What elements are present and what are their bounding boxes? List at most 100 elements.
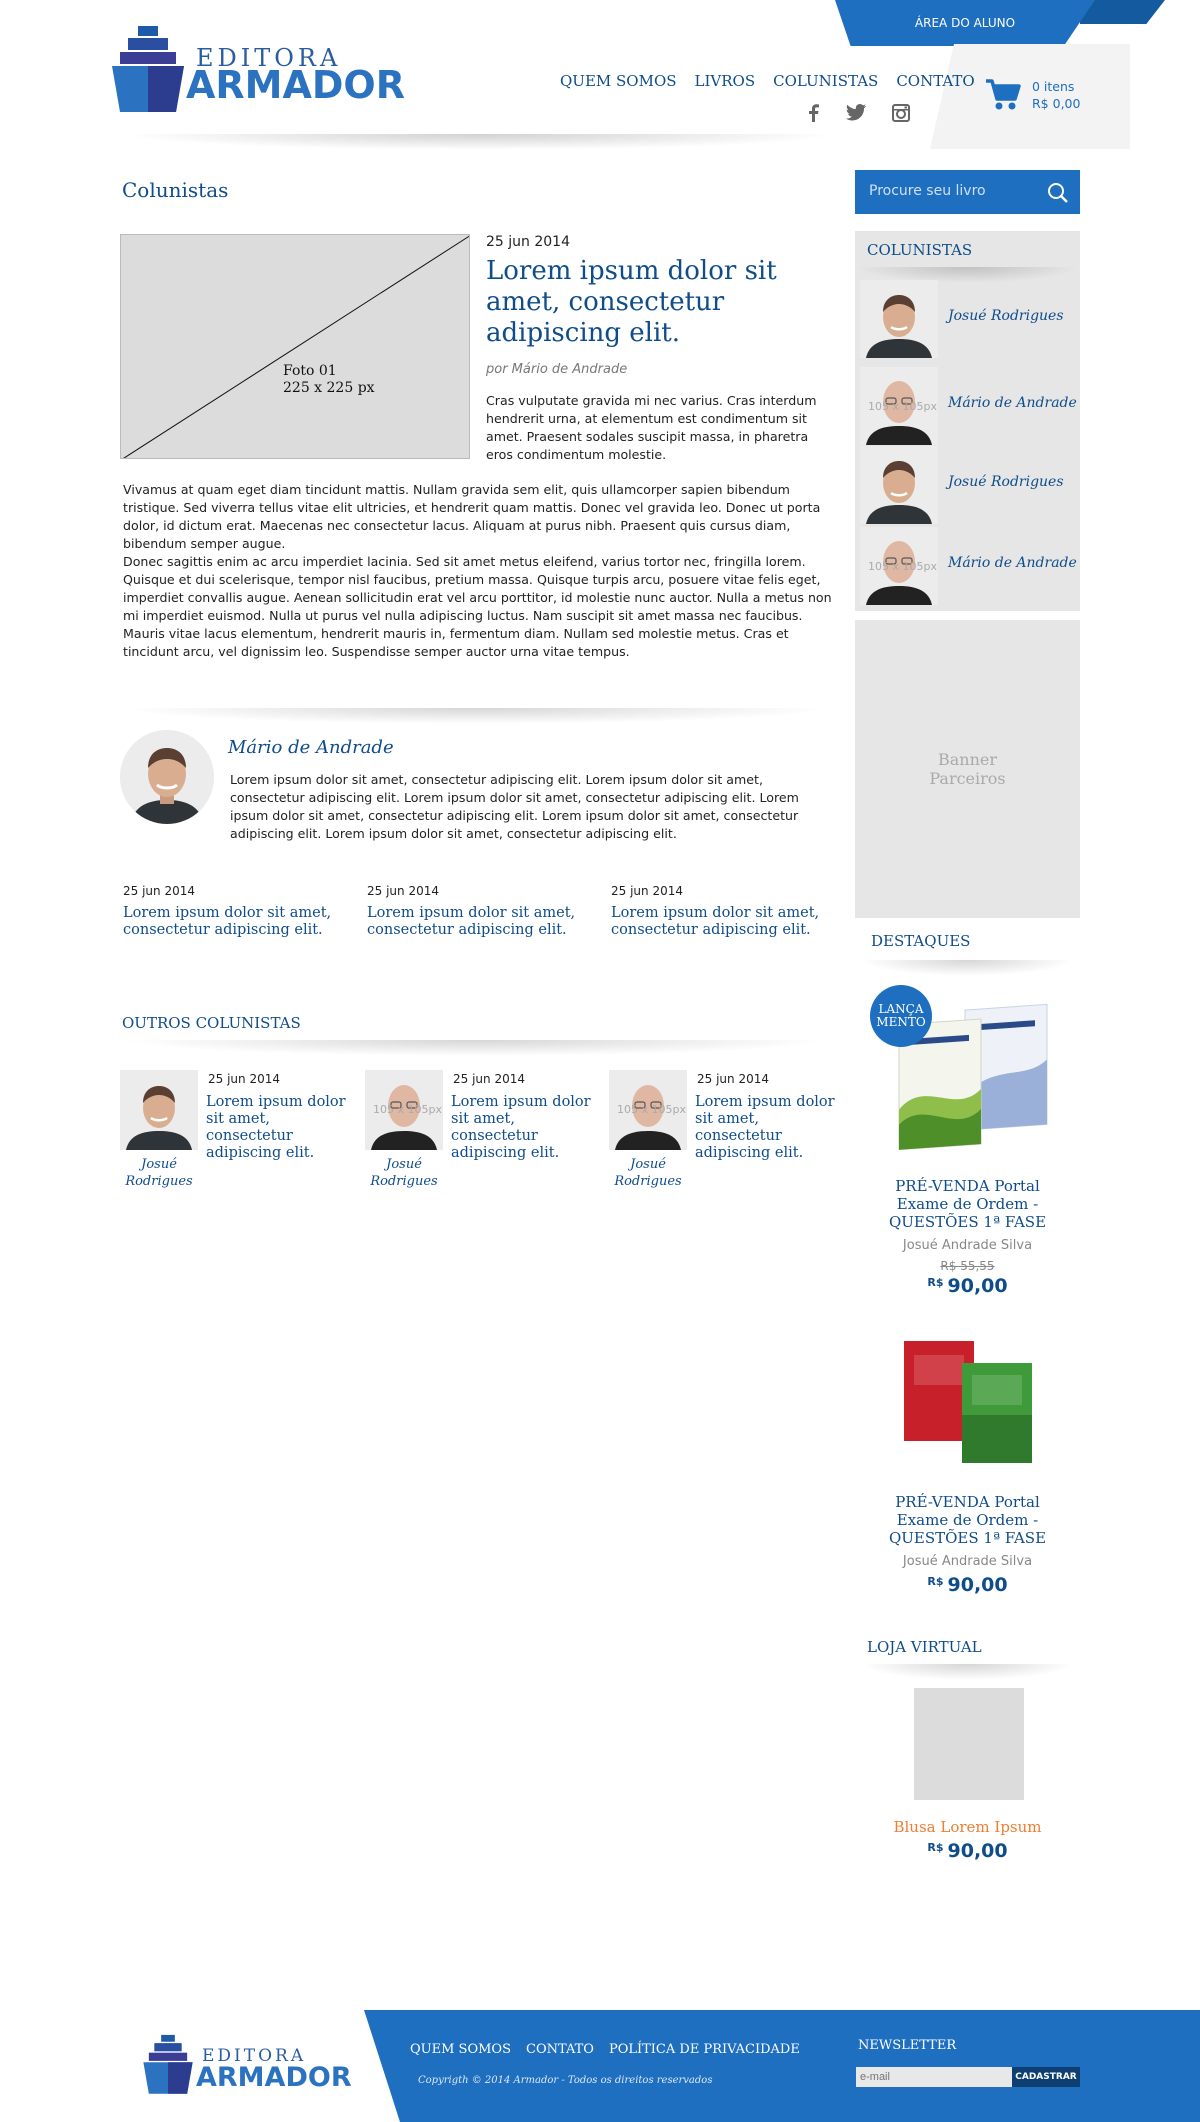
post-title[interactable]: Lorem ipsum dolor sit amet, consectetur … — [611, 905, 831, 939]
outro-colunista[interactable]: Josué Rodrigues 25 jun 2014 Lorem ipsum … — [120, 1070, 350, 1200]
cart-items: 0 itens — [1032, 79, 1075, 94]
product-price: R$ 90,00 — [855, 1574, 1080, 1596]
post-date: 25 jun 2014 — [697, 1072, 769, 1086]
outro-colunista[interactable]: 105 x 105px Josué Rodrigues 25 jun 2014 … — [609, 1070, 839, 1200]
colunista-name[interactable]: Josué Rodrigues — [609, 1156, 687, 1190]
shirt-product-name[interactable]: Blusa Lorem Ipsum — [855, 1818, 1080, 1836]
colunista-name[interactable]: Mário de Andrade — [948, 395, 1077, 411]
logo-text-bottom: ARMADOR — [196, 2062, 352, 2093]
area-do-aluno-link[interactable]: ÁREA DO ALUNO — [835, 0, 1095, 46]
badge-line2: MENTO — [876, 1015, 926, 1029]
colunista-photo — [120, 1070, 198, 1150]
shirt-image[interactable] — [914, 1688, 1024, 1800]
article-photo: Foto 01 225 x 225 px — [120, 234, 470, 459]
post-date: 25 jun 2014 — [367, 884, 439, 898]
price-value: 90,00 — [947, 1840, 1008, 1862]
newsletter-submit-button[interactable]: CADASTRAR — [1012, 2067, 1080, 2087]
search-icon[interactable] — [1047, 182, 1069, 204]
logo[interactable]: EDITORA ARMADOR — [110, 24, 405, 114]
copyright: Copyrigth © 2014 Armador - Todos os dire… — [418, 2075, 713, 2086]
outro-colunista[interactable]: 105 x 105px Josué Rodrigues 25 jun 2014 … — [365, 1070, 595, 1200]
person-avatar-icon — [860, 446, 938, 524]
colunista-item[interactable]: Josué Rodrigues — [860, 446, 1080, 526]
author-avatar — [120, 730, 214, 824]
product-card[interactable]: PRÉ-VENDA Portal Exame de Ordem - QUESTÕ… — [855, 1177, 1080, 1297]
colunista-name[interactable]: Mário de Andrade — [948, 555, 1077, 571]
price-currency: R$ — [927, 1575, 944, 1588]
book-cover-image[interactable] — [902, 1335, 1037, 1465]
colunistas-widget-title: COLUNISTAS — [867, 241, 973, 259]
twitter-icon[interactable] — [846, 104, 866, 121]
article-title: Lorem ipsum dolor sit amet, consectetur … — [486, 256, 777, 348]
nav-livros[interactable]: LIVROS — [695, 72, 756, 90]
social-links — [806, 104, 910, 122]
colunista-item[interactable]: 105 x 105px Mário de Andrade — [860, 527, 1080, 607]
article-date: 25 jun 2014 — [486, 234, 570, 250]
section-divider — [120, 1040, 832, 1056]
photo-label-line1: Foto 01 — [283, 363, 337, 379]
shirt-price: R$ 90,00 — [855, 1840, 1080, 1862]
footer-nav-quem-somos[interactable]: QUEM SOMOS — [410, 2042, 511, 2057]
outros-colunistas-heading: OUTROS COLUNISTAS — [122, 1014, 301, 1032]
banner-parceiros[interactable]: Banner Parceiros — [855, 620, 1080, 918]
footer-nav-privacidade[interactable]: POLÍTICA DE PRIVACIDADE — [609, 2042, 800, 2057]
author-bio: Lorem ipsum dolor sit amet, consectetur … — [230, 772, 799, 841]
photo-placeholder-label: 105 x 105px — [868, 560, 937, 573]
product-card[interactable]: PRÉ-VENDA Portal Exame de Ordem - QUESTÕ… — [855, 1493, 1080, 1596]
product-name[interactable]: PRÉ-VENDA Portal Exame de Ordem - QUESTÕ… — [855, 1177, 1080, 1231]
product-author: Josué Andrade Silva — [902, 1238, 1033, 1253]
post-date: 25 jun 2014 — [208, 1072, 280, 1086]
product-name[interactable]: PRÉ-VENDA Portal Exame de Ordem - QUESTÕ… — [855, 1493, 1080, 1547]
ship-logo-icon — [143, 2034, 193, 2094]
colunista-photo: 105 x 105px — [860, 527, 938, 605]
article-lead: Cras vulputate gravida mi nec varius. Cr… — [486, 393, 817, 462]
facebook-icon[interactable] — [806, 104, 820, 122]
colunista-photo: 105 x 105px — [860, 367, 938, 445]
colunista-item[interactable]: 105 x 105px Mário de Andrade — [860, 367, 1080, 447]
photo-label-line2: 225 x 225 px — [283, 380, 375, 396]
colunista-photo — [860, 280, 938, 358]
cart-total: R$ 0,00 — [1032, 96, 1081, 111]
author-name[interactable]: Mário de Andrade — [228, 737, 394, 758]
widget-divider — [860, 1664, 1075, 1680]
post-title[interactable]: Lorem ipsum dolor sit amet, consectetur … — [123, 905, 343, 939]
cart-icon[interactable] — [985, 78, 1021, 112]
search-input[interactable]: Procure seu livro — [869, 183, 986, 199]
post-title[interactable]: Lorem ipsum dolor sit amet, consectetur … — [451, 1094, 591, 1162]
newsletter-email-input[interactable] — [856, 2067, 1012, 2087]
post-title[interactable]: Lorem ipsum dolor sit amet, consectetur … — [695, 1094, 835, 1162]
colunista-photo: 105 x 105px — [365, 1070, 443, 1150]
footer-nav-contato[interactable]: CONTATO — [526, 2042, 594, 2057]
colunista-photo — [860, 446, 938, 524]
article-paragraph-1: Vivamus at quam eget diam tincidunt matt… — [123, 482, 821, 551]
widget-divider — [860, 960, 1075, 976]
nav-contato[interactable]: CONTATO — [896, 72, 974, 90]
instagram-icon[interactable] — [892, 104, 910, 122]
colunista-name[interactable]: Josué Rodrigues — [948, 308, 1064, 324]
photo-placeholder-label: 105 x 105px — [617, 1103, 686, 1116]
colunista-name[interactable]: Josué Rodrigues — [120, 1156, 198, 1190]
colunista-name[interactable]: Josué Rodrigues — [365, 1156, 443, 1190]
price-value: 90,00 — [947, 1275, 1008, 1297]
colunista-name[interactable]: Josué Rodrigues — [948, 474, 1064, 490]
photo-placeholder-label: 105 x 105px — [373, 1103, 442, 1116]
photo-placeholder-label: Foto 01 225 x 225 px — [283, 363, 375, 397]
post-title[interactable]: Lorem ipsum dolor sit amet, consectetur … — [367, 905, 587, 939]
author-post[interactable]: 25 jun 2014 Lorem ipsum dolor sit amet, … — [611, 884, 831, 939]
price-currency: R$ — [927, 1276, 944, 1289]
author-post[interactable]: 25 jun 2014 Lorem ipsum dolor sit amet, … — [367, 884, 587, 939]
product-old-price: R$ 55,55 — [940, 1259, 995, 1273]
colunista-item[interactable]: Josué Rodrigues — [860, 280, 1080, 360]
page-title: Colunistas — [122, 178, 229, 202]
header-tab-decoration — [1080, 0, 1165, 24]
post-title[interactable]: Lorem ipsum dolor sit amet, consectetur … — [206, 1094, 346, 1162]
nav-quem-somos[interactable]: QUEM SOMOS — [560, 72, 677, 90]
search-box[interactable]: Procure seu livro — [855, 170, 1080, 214]
main-nav: QUEM SOMOS LIVROS COLUNISTAS CONTATO — [560, 72, 975, 90]
cart-summary[interactable]: 0 itens R$ 0,00 — [1032, 78, 1080, 112]
nav-colunistas[interactable]: COLUNISTAS — [773, 72, 878, 90]
author-post[interactable]: 25 jun 2014 Lorem ipsum dolor sit amet, … — [123, 884, 343, 939]
article-paragraph-2: Donec sagittis enim ac arcu imperdiet la… — [123, 554, 832, 659]
ship-logo-icon — [112, 26, 184, 112]
placeholder-diagonal — [123, 235, 469, 458]
